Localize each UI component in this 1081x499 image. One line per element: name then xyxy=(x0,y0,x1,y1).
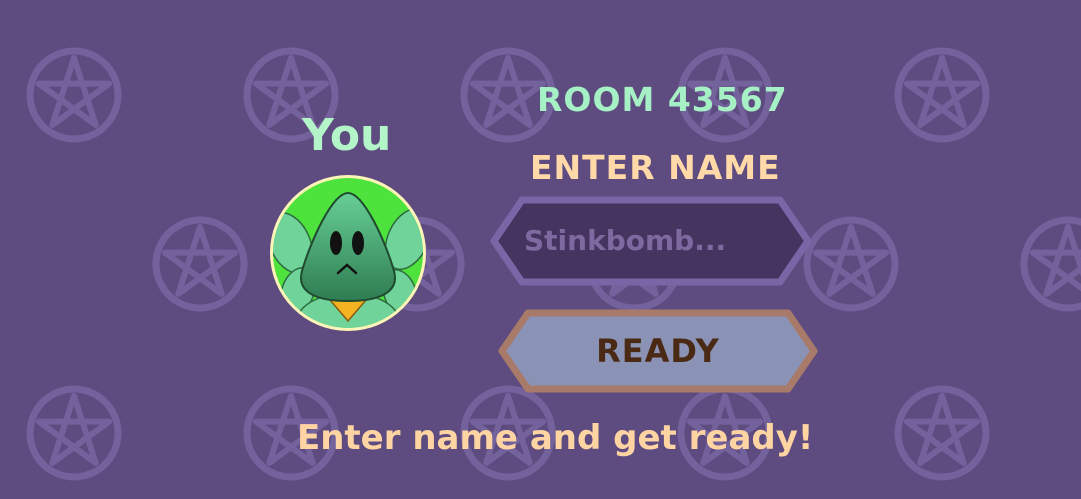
ready-button-label: READY xyxy=(596,332,720,370)
status-message: Enter name and get ready! xyxy=(297,418,814,458)
pentagram-icon xyxy=(898,51,986,139)
pentagram-icon xyxy=(156,220,244,308)
player-avatar xyxy=(268,173,428,333)
name-field xyxy=(490,196,812,286)
enter-name-label: ENTER NAME xyxy=(530,148,781,187)
ready-button[interactable]: READY xyxy=(498,309,818,393)
pentagram-icon xyxy=(1024,220,1081,308)
pentagram-icon xyxy=(898,389,986,477)
name-input[interactable] xyxy=(524,218,774,262)
pentagram-icon xyxy=(30,51,118,139)
room-title: ROOM 43567 xyxy=(537,80,788,119)
player-label: You xyxy=(302,110,392,161)
green-blob-character-icon xyxy=(270,175,426,331)
pentagram-icon xyxy=(807,220,895,308)
pentagram-icon xyxy=(30,389,118,477)
